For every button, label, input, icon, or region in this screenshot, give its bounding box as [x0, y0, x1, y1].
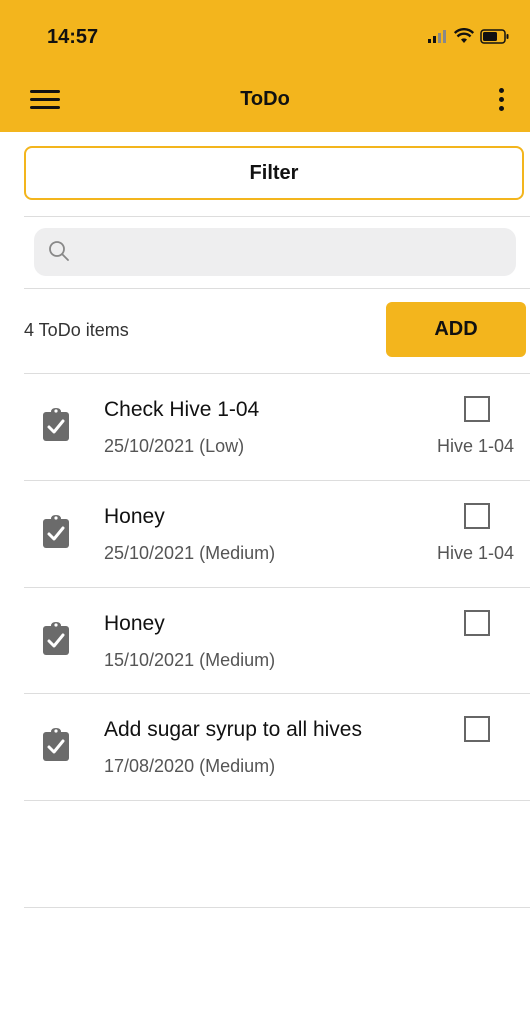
todo-item-checkbox[interactable] [464, 396, 490, 422]
clipboard-check-icon [43, 622, 69, 655]
divider [24, 800, 530, 801]
search-icon [49, 241, 69, 261]
top-bar: 14:57 ToDo [0, 0, 530, 132]
todo-item-hive: Hive 1-04 [436, 436, 514, 456]
todo-item-checkbox[interactable] [464, 610, 490, 636]
divider [24, 907, 530, 908]
divider [24, 288, 530, 289]
cellular-signal-icon [428, 30, 446, 43]
todo-item[interactable]: Add sugar syrup to all hives 17/08/2020 … [24, 694, 530, 801]
todo-item-date: 17/08/2020 (Medium) [104, 756, 276, 776]
todo-item-date: 25/10/2021 (Low) [104, 436, 245, 456]
search-bar[interactable] [34, 228, 516, 276]
todo-item[interactable]: Honey 25/10/2021 (Medium) Hive 1-04 [24, 481, 530, 588]
clipboard-check-icon [43, 515, 69, 548]
clipboard-check-icon [43, 408, 69, 441]
todo-item-hive: Hive 1-04 [436, 543, 514, 563]
clipboard-check-icon [43, 728, 69, 761]
more-vertical-icon[interactable] [496, 88, 506, 114]
todo-item[interactable]: Honey 15/10/2021 (Medium) [24, 588, 530, 695]
todo-item-title: Honey [104, 612, 165, 635]
add-button[interactable]: ADD [386, 302, 526, 357]
battery-icon [480, 28, 509, 44]
todo-item-title: Add sugar syrup to all hives [104, 718, 362, 741]
status-bar: 14:57 [0, 0, 530, 70]
todo-item-title: Honey [104, 505, 165, 528]
search-input[interactable] [80, 236, 504, 270]
wifi-icon [454, 28, 474, 43]
app-bar: ToDo [0, 70, 530, 132]
status-time: 14:57 [47, 26, 99, 48]
todo-item[interactable]: Check Hive 1-04 25/10/2021 (Low) Hive 1-… [24, 374, 530, 481]
todo-count: 4 ToDo items [24, 320, 129, 340]
page-title: ToDo [240, 88, 290, 110]
divider [24, 216, 530, 217]
todo-item-checkbox[interactable] [464, 716, 490, 742]
todo-item-checkbox[interactable] [464, 503, 490, 529]
status-icons [428, 28, 510, 44]
todo-item-title: Check Hive 1-04 [104, 398, 260, 421]
filter-button[interactable]: Filter [24, 146, 524, 200]
todo-item-date: 15/10/2021 (Medium) [104, 650, 276, 670]
todo-item-date: 25/10/2021 (Medium) [104, 543, 276, 563]
